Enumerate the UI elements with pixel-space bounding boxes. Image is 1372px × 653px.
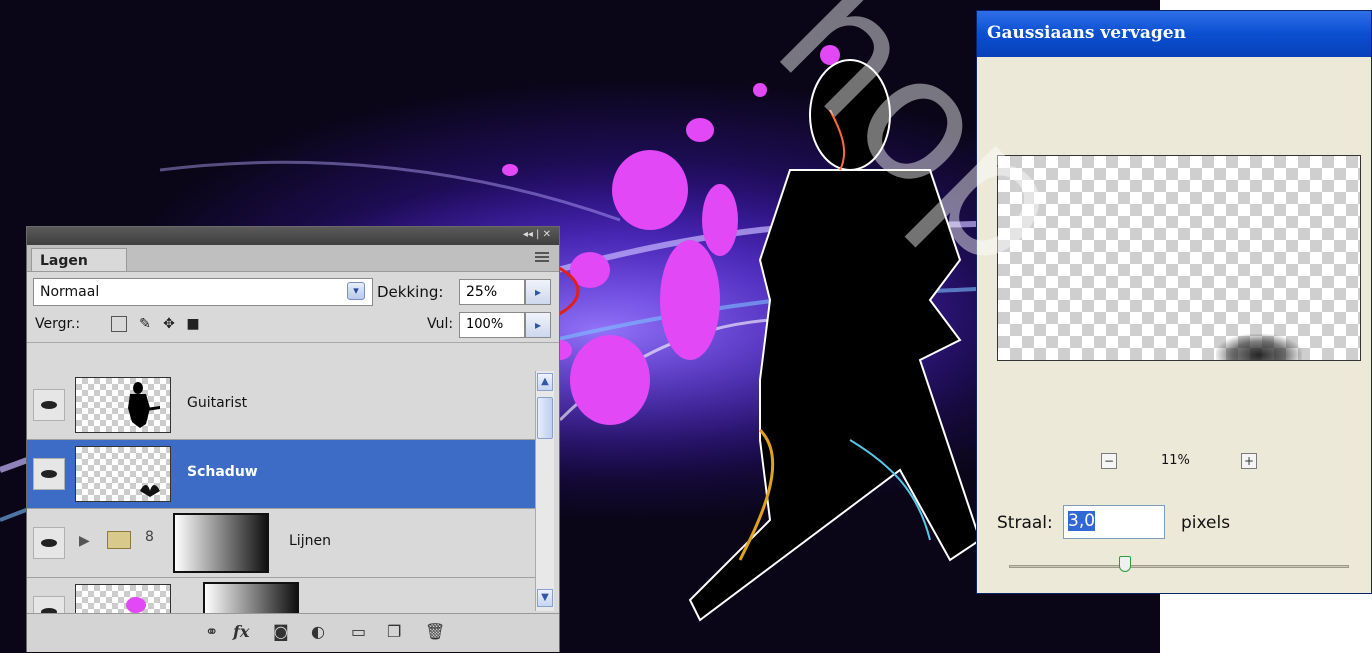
fill-input[interactable]: 100% — [459, 312, 525, 338]
scroll-up-button[interactable]: ▲ — [537, 373, 553, 391]
layer-mask-thumbnail — [203, 582, 299, 613]
zoom-in-button[interactable]: + — [1241, 453, 1257, 469]
blend-opacity-row: Normaal ▾ Dekking: 25% ▸ — [27, 272, 559, 308]
fill-label: Vul: — [427, 316, 454, 332]
gaussian-blur-dialog: Gaussiaans vervagen − 11% + Straal: 3,0 … — [976, 10, 1372, 594]
chevron-down-icon[interactable]: ▾ — [347, 282, 365, 300]
folder-icon — [107, 531, 131, 549]
radius-label: Straal: — [997, 513, 1053, 533]
link-icon[interactable]: ⚭ — [205, 622, 218, 641]
trash-icon[interactable]: 🗑 — [425, 622, 445, 641]
blur-preview[interactable] — [997, 155, 1361, 361]
layer-name: Lijnen — [289, 533, 331, 549]
layer-name: Schaduw — [187, 464, 258, 480]
layer-mask-thumbnail — [173, 513, 269, 573]
opacity-label: Dekking: — [377, 283, 444, 301]
radius-slider-track[interactable] — [1009, 565, 1349, 568]
scroll-down-button[interactable]: ▼ — [537, 589, 553, 607]
scroll-thumb[interactable] — [537, 397, 553, 439]
radius-slider-thumb[interactable] — [1119, 556, 1131, 572]
adjustment-icon[interactable]: ◐ — [311, 622, 325, 641]
layer-list: Guitarist Schaduw ▶ 8 Lijnen — [27, 371, 535, 613]
layer-list-scrollbar[interactable]: ▲ ▼ — [535, 371, 554, 611]
shadow-preview — [1216, 334, 1302, 360]
opacity-input[interactable]: 25% — [459, 279, 525, 305]
tab-lagen[interactable]: Lagen — [31, 248, 127, 271]
visibility-eye-icon[interactable] — [33, 389, 65, 421]
opacity-slider-button[interactable]: ▸ — [525, 279, 551, 305]
visibility-eye-icon[interactable] — [33, 596, 65, 613]
visibility-eye-icon[interactable] — [33, 458, 65, 490]
fill-slider-button[interactable]: ▸ — [525, 312, 551, 338]
radius-unit: pixels — [1181, 513, 1231, 533]
lock-label: Vergr.: — [35, 316, 81, 332]
layers-panel: ◂◂ | ✕ Lagen Normaal ▾ Dekking: 25% ▸ Ve… — [26, 226, 560, 652]
zoom-level: 11% — [1161, 453, 1190, 468]
fx-icon[interactable]: fx — [233, 622, 249, 641]
panel-titlebar[interactable]: ◂◂ | ✕ — [27, 227, 559, 245]
lock-fill-row: Vergr.: ✎ ✥ ■ Vul: 100% ▸ — [27, 308, 559, 343]
dialog-title[interactable]: Gaussiaans vervagen — [977, 11, 1371, 57]
layer-row-lijnen[interactable]: ▶ 8 Lijnen — [27, 509, 535, 578]
layer-thumbnail — [75, 377, 171, 433]
zoom-out-button[interactable]: − — [1101, 453, 1117, 469]
visibility-eye-icon[interactable] — [33, 527, 65, 559]
mask-icon[interactable]: ◙ — [273, 622, 289, 641]
panel-controls[interactable]: ◂◂ | ✕ — [523, 229, 551, 240]
layer-row-guitarist[interactable]: Guitarist — [27, 371, 535, 440]
layer-name: Guitarist — [187, 395, 248, 411]
layer-row-partial[interactable] — [27, 578, 535, 613]
radius-input[interactable]: 3,0 — [1063, 505, 1165, 539]
layer-row-schaduw[interactable]: Schaduw — [27, 440, 535, 509]
radius-value: 3,0 — [1068, 511, 1096, 531]
chain-link-icon[interactable]: 8 — [145, 529, 154, 545]
blend-mode-select[interactable]: Normaal — [33, 278, 373, 306]
panel-footer: ⚭ fx ◙ ◐ ▭ ❐ 🗑 — [27, 613, 559, 652]
layer-thumbnail — [75, 584, 171, 613]
panel-tabs: Lagen — [27, 245, 559, 272]
lock-transparency-icon[interactable] — [111, 316, 127, 332]
layer-thumbnail — [75, 446, 171, 502]
new-layer-icon[interactable]: ❐ — [387, 622, 401, 641]
folder-icon[interactable]: ▭ — [351, 622, 366, 641]
expand-triangle-icon[interactable]: ▶ — [79, 533, 90, 549]
lock-all-icon[interactable]: ■ — [185, 316, 201, 332]
lock-brush-icon[interactable]: ✎ — [137, 316, 153, 332]
panel-menu-icon[interactable] — [535, 251, 549, 263]
lock-move-icon[interactable]: ✥ — [161, 316, 177, 332]
